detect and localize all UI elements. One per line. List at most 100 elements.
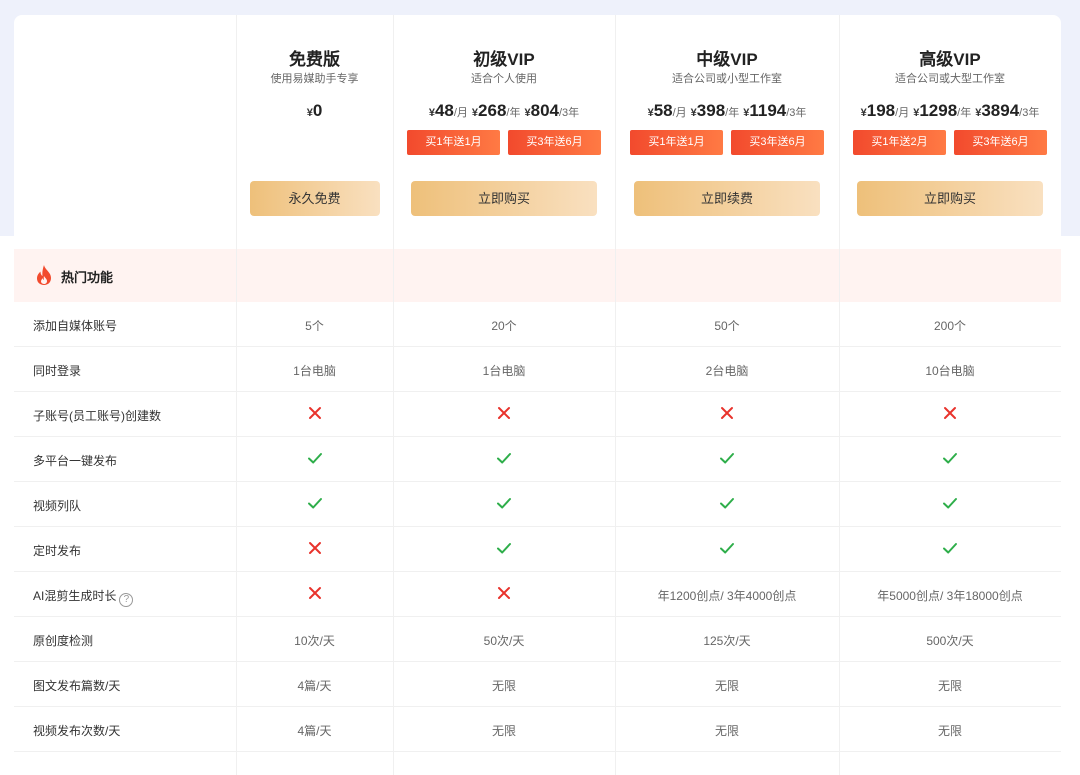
feature-name: 同时登录 bbox=[33, 362, 81, 379]
cross-icon bbox=[307, 540, 323, 556]
feature-value: 1台电脑 bbox=[293, 364, 336, 378]
promo-badge[interactable]: 买3年送6月 bbox=[954, 130, 1047, 155]
feature-label: 添加自媒体账号 bbox=[33, 319, 118, 333]
check-icon bbox=[719, 495, 735, 511]
feature-label: 定时发布 bbox=[33, 544, 82, 558]
price-amt: 804 bbox=[530, 101, 559, 120]
feature-value: 无限 bbox=[714, 679, 739, 693]
price-option: ¥804/3年 bbox=[524, 101, 579, 121]
price-unit: /月 bbox=[895, 107, 910, 119]
plan-description: 使用易媒助手专享 bbox=[270, 73, 359, 85]
feature-value: 10台电脑 bbox=[925, 364, 975, 378]
check-icon bbox=[496, 450, 512, 466]
plan-name: 免费版 bbox=[289, 50, 340, 69]
feature-name: 添加自媒体账号 bbox=[33, 317, 117, 334]
feature-value: 50次/天 bbox=[483, 634, 525, 648]
promo-badge[interactable]: 买1年送1月 bbox=[407, 130, 500, 155]
feature-value: 10次/天 bbox=[294, 634, 335, 648]
price-amt: 0 bbox=[312, 101, 323, 120]
price-option: ¥58/月 bbox=[648, 101, 687, 121]
plan-column-1: 初级VIP 适合个人使用 ¥48/月 ¥268/年 ¥804/3年 买1年送1月 买3年送6… bbox=[393, 15, 615, 249]
price-amt: 48 bbox=[434, 101, 454, 120]
feature-value: 无限 bbox=[491, 724, 516, 738]
fire-icon bbox=[37, 265, 51, 285]
plan-name: 初级VIP bbox=[473, 50, 535, 69]
price-amt: 398 bbox=[696, 101, 726, 120]
price-unit: /年 bbox=[725, 107, 740, 119]
plan-name: 中级VIP bbox=[696, 50, 758, 69]
price-unit: /月 bbox=[672, 107, 687, 119]
check-icon bbox=[307, 450, 323, 466]
cross-icon bbox=[942, 405, 958, 421]
price-unit: /3年 bbox=[1019, 107, 1040, 119]
feature-value: 无限 bbox=[714, 724, 739, 738]
price-amt: 1194 bbox=[749, 101, 787, 120]
check-icon bbox=[942, 495, 958, 511]
check-icon bbox=[496, 540, 512, 556]
feature-value: 4篇/天 bbox=[297, 724, 332, 738]
plan-prices: ¥0 bbox=[236, 101, 393, 121]
promo-badge[interactable]: 买1年送1月 bbox=[630, 130, 723, 155]
buy-now-button[interactable]: 立即购买 bbox=[857, 181, 1043, 216]
promo-badge[interactable]: 买3年送6月 bbox=[731, 130, 824, 155]
price-option: ¥268/年 bbox=[472, 101, 521, 121]
feature-value: 125次/天 bbox=[703, 634, 751, 648]
table-row: 定时发布 bbox=[14, 527, 1061, 572]
price-unit: /3年 bbox=[558, 107, 580, 119]
plan-description: 适合公司或小型工作室 bbox=[672, 73, 782, 85]
feature-label: 多平台一键发布 bbox=[33, 454, 118, 468]
check-icon bbox=[942, 450, 958, 466]
price-unit: /年 bbox=[506, 107, 521, 119]
feature-value: 20个 bbox=[491, 319, 517, 333]
price-option: ¥48/月 bbox=[429, 101, 468, 121]
promo-badges: 买1年送1月 买3年送6月 bbox=[393, 130, 615, 155]
help-icon[interactable]: ? bbox=[119, 593, 134, 607]
feature-value: 500次/天 bbox=[926, 634, 974, 648]
buy-now-button[interactable]: 立即购买 bbox=[411, 181, 597, 216]
promo-badges: 买1年送2月 买3年送6月 bbox=[839, 130, 1061, 155]
price-option: ¥198/月 bbox=[861, 101, 910, 121]
feature-value: 无限 bbox=[491, 679, 516, 693]
plan-prices: ¥58/月 ¥398/年 ¥1194/3年 bbox=[615, 101, 839, 121]
feature-label: 视频发布次数/天 bbox=[33, 724, 121, 738]
cross-icon bbox=[307, 405, 323, 421]
plan-column-0: 免费版使用易媒助手专享 ¥0 永久免费 bbox=[236, 15, 393, 249]
promo-badges: 买1年送1月 买3年送6月 bbox=[615, 130, 839, 155]
check-icon bbox=[496, 495, 512, 511]
table-row: 视频列队 bbox=[14, 482, 1061, 527]
price-option: ¥0 bbox=[307, 101, 323, 121]
price-option: ¥3894/3年 bbox=[975, 101, 1039, 121]
feature-value: 无限 bbox=[937, 679, 962, 693]
feature-name: 图文发布篇数/天 bbox=[33, 677, 120, 694]
feature-value: 4篇/天 bbox=[297, 679, 332, 693]
feature-name: 原创度检测 bbox=[33, 632, 93, 649]
feature-value: 200个 bbox=[933, 319, 967, 333]
cross-icon bbox=[307, 585, 323, 601]
price-amt: 3894 bbox=[981, 101, 1020, 120]
free-forever-button[interactable]: 永久免费 bbox=[249, 181, 380, 216]
feature-name: 定时发布 bbox=[33, 542, 81, 559]
table-row: 图文发布篇数/天 4篇/天 无限 无限 无限 bbox=[14, 662, 1061, 707]
table-row: 视频发布次数/天 4篇/天 无限 无限 无限 bbox=[14, 707, 1061, 752]
price-amt: 58 bbox=[653, 101, 673, 120]
check-icon bbox=[942, 540, 958, 556]
cross-icon bbox=[719, 405, 735, 421]
price-unit: /年 bbox=[957, 107, 972, 119]
table-row: 多平台一键发布 bbox=[14, 437, 1061, 482]
plan-name: 高级VIP bbox=[919, 50, 981, 69]
promo-badge[interactable]: 买3年送6月 bbox=[508, 130, 601, 155]
hot-features-section: 热门功能 bbox=[14, 249, 1061, 302]
feature-name: 子账号(员工账号)创建数 bbox=[33, 407, 161, 424]
plan-column-2: 中级VIP 适合公司或小型工作室 ¥58/月 ¥398/年 ¥1194/3年买1年送1月… bbox=[615, 15, 839, 249]
feature-label: 视频列队 bbox=[33, 499, 82, 513]
table-row: 添加自媒体账号 5个 20个 50个 200个 bbox=[14, 302, 1061, 347]
promo-badge[interactable]: 买1年送2月 bbox=[853, 130, 946, 155]
price-amt: 268 bbox=[478, 101, 507, 120]
renew-button[interactable]: 立即续费 bbox=[634, 181, 820, 216]
check-icon bbox=[719, 450, 735, 466]
price-option: ¥1194/3年 bbox=[743, 101, 806, 121]
price-unit: /月 bbox=[453, 107, 468, 119]
feature-value: 50个 bbox=[714, 319, 740, 333]
pricing-table: 热门功能 免费版 使用易媒助手专享 ¥0 永久免费 初级VIP 适合个人使用 ¥48/月 ¥2… bbox=[14, 15, 1061, 775]
feature-value: 2台电脑 bbox=[705, 364, 749, 378]
